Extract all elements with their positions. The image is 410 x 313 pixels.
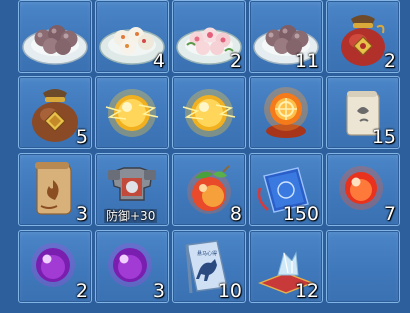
inventory-slot[interactable]: 2 xyxy=(172,0,246,73)
inventory-slot[interactable] xyxy=(95,76,169,149)
inventory-slot[interactable]: 12 xyxy=(249,230,323,303)
inventory-slot[interactable]: 150 xyxy=(249,153,323,226)
item-count: 2 xyxy=(229,50,242,72)
item-count: 8 xyxy=(229,203,242,225)
item-count: 11 xyxy=(294,50,319,72)
inventory-slot[interactable] xyxy=(18,0,92,73)
item-count: 15 xyxy=(371,126,396,148)
inventory-slot[interactable]: 3 xyxy=(95,230,169,303)
inventory-grid: 4 2 11 2 5 15 3 防御+30 8 150 7 2 3 悬马心得 1… xyxy=(0,0,410,313)
inventory-slot[interactable]: 8 xyxy=(172,153,246,226)
item-count: 10 xyxy=(217,280,242,302)
inventory-slot-empty[interactable] xyxy=(326,230,400,303)
item-count: 3 xyxy=(152,280,165,302)
inventory-slot[interactable]: 11 xyxy=(249,0,323,73)
inventory-slot[interactable]: 4 xyxy=(95,0,169,73)
golden-orb-icon xyxy=(182,89,236,137)
inventory-slot[interactable]: 7 xyxy=(326,153,400,226)
item-count: 2 xyxy=(75,280,88,302)
inventory-slot[interactable]: 防御+30 xyxy=(95,153,169,226)
inventory-slot[interactable]: 3 xyxy=(18,153,92,226)
inventory-slot[interactable] xyxy=(249,76,323,149)
item-count: 12 xyxy=(294,280,319,302)
item-count: 4 xyxy=(152,50,165,72)
inventory-slot[interactable]: 2 xyxy=(326,0,400,73)
item-count: 7 xyxy=(383,203,396,225)
book-title-text: 悬马心得 xyxy=(197,250,217,257)
inventory-slot[interactable]: 5 xyxy=(18,76,92,149)
defense-stat-label: 防御+30 xyxy=(104,209,158,223)
item-count: 5 xyxy=(75,126,88,148)
item-count: 150 xyxy=(282,203,319,225)
inventory-slot[interactable] xyxy=(172,76,246,149)
inventory-slot[interactable]: 2 xyxy=(18,230,92,303)
sun-crystal-orb-icon xyxy=(264,87,308,138)
rice-ball-plate-icon xyxy=(22,25,88,65)
inventory-slot[interactable]: 15 xyxy=(326,76,400,149)
item-count: 2 xyxy=(383,50,396,72)
golden-orb-icon xyxy=(105,89,159,137)
item-count: 3 xyxy=(75,203,88,225)
inventory-slot[interactable]: 悬马心得 10 xyxy=(172,230,246,303)
